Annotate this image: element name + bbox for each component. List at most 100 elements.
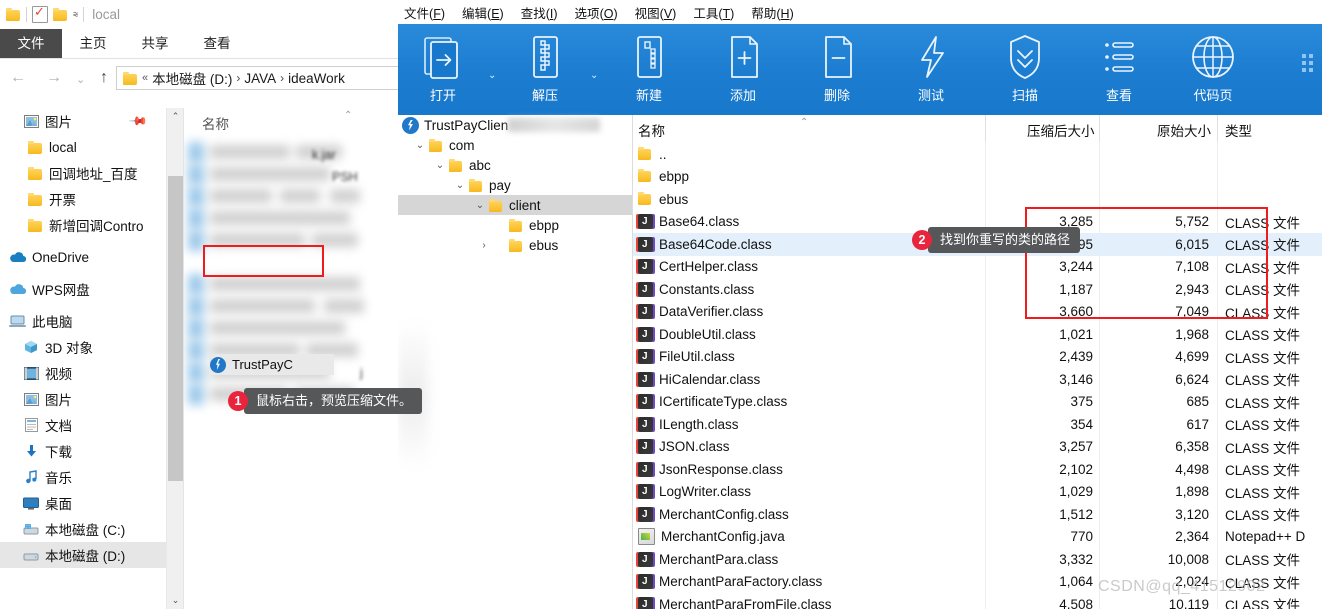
- recent-locations-button[interactable]: ⌄: [76, 71, 85, 89]
- new-archive-button[interactable]: 新建: [610, 30, 688, 112]
- sidebar-item-pictures-quick[interactable]: 图片 📌: [0, 108, 168, 134]
- column-divider[interactable]: [1099, 115, 1100, 141]
- extract-dropdown-caret-icon[interactable]: ⌄: [590, 70, 598, 81]
- menu-view[interactable]: 视图(V): [635, 3, 677, 22]
- new-folder-icon[interactable]: [53, 8, 68, 21]
- view-button[interactable]: 查看: [1080, 30, 1158, 112]
- chevron-down-icon[interactable]: ⌄: [432, 160, 448, 171]
- sidebar-item-local-disk-c[interactable]: 本地磁盘 (C:): [0, 516, 168, 542]
- sidebar-item-documents[interactable]: 文档: [0, 412, 168, 438]
- customize-quick-access-caret-icon[interactable]: ⩬: [73, 10, 78, 19]
- table-row[interactable]: JsonResponse.class 2,102 4,498 CLASS 文件: [633, 458, 1322, 481]
- tree-item-client[interactable]: ⌄ client: [398, 195, 632, 215]
- table-row[interactable]: ..: [633, 143, 1322, 166]
- up-button[interactable]: ↑: [100, 69, 108, 87]
- tree-item-abc[interactable]: ⌄ abc: [398, 155, 632, 175]
- sidebar-item-callback-baidu[interactable]: 回调地址_百度: [0, 160, 168, 186]
- sidebar-item-local-disk-d[interactable]: 本地磁盘 (D:): [0, 542, 168, 568]
- sidebar-item-pictures[interactable]: 图片: [0, 386, 168, 412]
- menu-find[interactable]: 查找(I): [521, 3, 558, 22]
- class-file-icon: [638, 416, 653, 432]
- column-header-type[interactable]: 类型: [1225, 120, 1252, 140]
- tree-item-pay[interactable]: ⌄ pay: [398, 175, 632, 195]
- chevron-down-icon[interactable]: ⌄: [412, 140, 428, 151]
- add-button[interactable]: 添加: [704, 30, 782, 112]
- column-header-original-size[interactable]: 原始大小: [1157, 120, 1211, 140]
- chevron-down-icon[interactable]: ⌄: [452, 180, 468, 191]
- back-button[interactable]: ←: [10, 69, 26, 87]
- open-button[interactable]: 打开: [404, 30, 482, 112]
- column-header-packed-size[interactable]: 压缩后大小: [1027, 120, 1095, 140]
- list-item[interactable]: [184, 274, 394, 295]
- forward-button[interactable]: →: [46, 69, 62, 87]
- codepage-button[interactable]: 代码页: [1174, 30, 1252, 112]
- open-dropdown-caret-icon[interactable]: ⌄: [488, 70, 496, 81]
- notepadpp-file-icon: [638, 528, 655, 546]
- table-row[interactable]: MerchantConfig.class 1,512 3,120 CLASS 文…: [633, 503, 1322, 526]
- table-row[interactable]: ebpp: [633, 166, 1322, 189]
- sidebar-item-this-pc[interactable]: 此电脑: [0, 308, 168, 334]
- delete-button[interactable]: 删除: [798, 30, 876, 112]
- table-row[interactable]: JSON.class 3,257 6,358 CLASS 文件: [633, 436, 1322, 459]
- navigation-pane-scrollbar[interactable]: ⌃ ⌄: [166, 108, 184, 609]
- tab-home[interactable]: 主页: [62, 29, 124, 58]
- breadcrumb-drive[interactable]: 本地磁盘 (D:): [152, 68, 232, 88]
- tab-view[interactable]: 查看: [186, 29, 248, 58]
- scroll-up-arrow-icon[interactable]: ⌃: [167, 108, 184, 125]
- sidebar-item-desktop[interactable]: 桌面: [0, 490, 168, 516]
- table-row[interactable]: HiCalendar.class 3,146 6,624 CLASS 文件: [633, 368, 1322, 391]
- menu-tools[interactable]: 工具(T): [693, 3, 734, 22]
- column-divider[interactable]: [985, 115, 986, 141]
- list-item-trustpayclient[interactable]: TrustPayC: [209, 354, 334, 375]
- breadcrumb-java[interactable]: JAVA: [244, 71, 276, 86]
- tree-item-ebus[interactable]: › ebus: [398, 235, 632, 255]
- scan-button[interactable]: 扫描: [986, 30, 1064, 112]
- tab-share[interactable]: 共享: [124, 29, 186, 58]
- menu-options[interactable]: 选项(O): [575, 3, 618, 22]
- toolbar-overflow-button[interactable]: [1302, 54, 1316, 72]
- menu-help[interactable]: 帮助(H): [751, 3, 793, 22]
- test-button[interactable]: 测试: [892, 30, 970, 112]
- table-row[interactable]: MerchantConfig.java 770 2,364 Notepad++ …: [633, 526, 1322, 549]
- table-row[interactable]: FileUtil.class 2,439 4,699 CLASS 文件: [633, 346, 1322, 369]
- column-header-name[interactable]: 名称 ⌃: [184, 108, 398, 134]
- sidebar-item-wps-cloud[interactable]: WPS网盘: [0, 276, 168, 302]
- sidebar-item-local[interactable]: local: [0, 134, 168, 160]
- tree-item-com[interactable]: ⌄ com: [398, 135, 632, 155]
- chevron-right-icon[interactable]: ›: [476, 240, 492, 251]
- table-row[interactable]: ILength.class 354 617 CLASS 文件: [633, 413, 1322, 436]
- scroll-down-arrow-icon[interactable]: ⌄: [167, 592, 184, 609]
- pin-icon[interactable]: 📌: [128, 111, 148, 131]
- scrollbar-thumb[interactable]: [168, 176, 183, 481]
- chevron-down-icon[interactable]: ⌄: [472, 200, 488, 211]
- sidebar-item-music[interactable]: 音乐: [0, 464, 168, 490]
- properties-icon[interactable]: [32, 4, 48, 23]
- sidebar-item-new-callback-controller[interactable]: 新增回调Contro: [0, 212, 168, 238]
- table-row[interactable]: DoubleUtil.class 1,021 1,968 CLASS 文件: [633, 323, 1322, 346]
- list-item[interactable]: [184, 296, 394, 317]
- table-row[interactable]: MerchantPara.class 3,332 10,008 CLASS 文件: [633, 548, 1322, 571]
- breadcrumb-overflow[interactable]: «: [142, 72, 148, 84]
- sidebar-item-onedrive[interactable]: OneDrive: [0, 244, 168, 270]
- extract-button[interactable]: 解压: [506, 30, 584, 112]
- table-row[interactable]: ICertificateType.class 375 685 CLASS 文件: [633, 391, 1322, 414]
- sidebar-item-invoice[interactable]: 开票: [0, 186, 168, 212]
- list-item[interactable]: [184, 164, 394, 185]
- table-row[interactable]: LogWriter.class 1,029 1,898 CLASS 文件: [633, 481, 1322, 504]
- folder-icon[interactable]: [6, 8, 21, 21]
- tree-item-ebpp[interactable]: ebpp: [398, 215, 632, 235]
- column-header-name[interactable]: 名称: [638, 120, 665, 140]
- sidebar-item-3d-objects[interactable]: 3D 对象: [0, 334, 168, 360]
- sidebar-item-videos[interactable]: 视频: [0, 360, 168, 386]
- breadcrumb[interactable]: « 本地磁盘 (D:) › JAVA › ideaWork: [116, 66, 398, 90]
- column-divider[interactable]: [1217, 115, 1218, 141]
- menu-file[interactable]: 文件(F): [404, 3, 445, 22]
- list-item[interactable]: [184, 142, 394, 163]
- menu-edit[interactable]: 编辑(E): [462, 3, 504, 22]
- breadcrumb-ideawork[interactable]: ideaWork: [288, 71, 345, 86]
- list-item[interactable]: [184, 318, 394, 339]
- tab-file[interactable]: 文件: [0, 29, 62, 58]
- sidebar-item-downloads[interactable]: 下载: [0, 438, 168, 464]
- list-item[interactable]: [184, 208, 394, 229]
- list-item[interactable]: [184, 186, 394, 207]
